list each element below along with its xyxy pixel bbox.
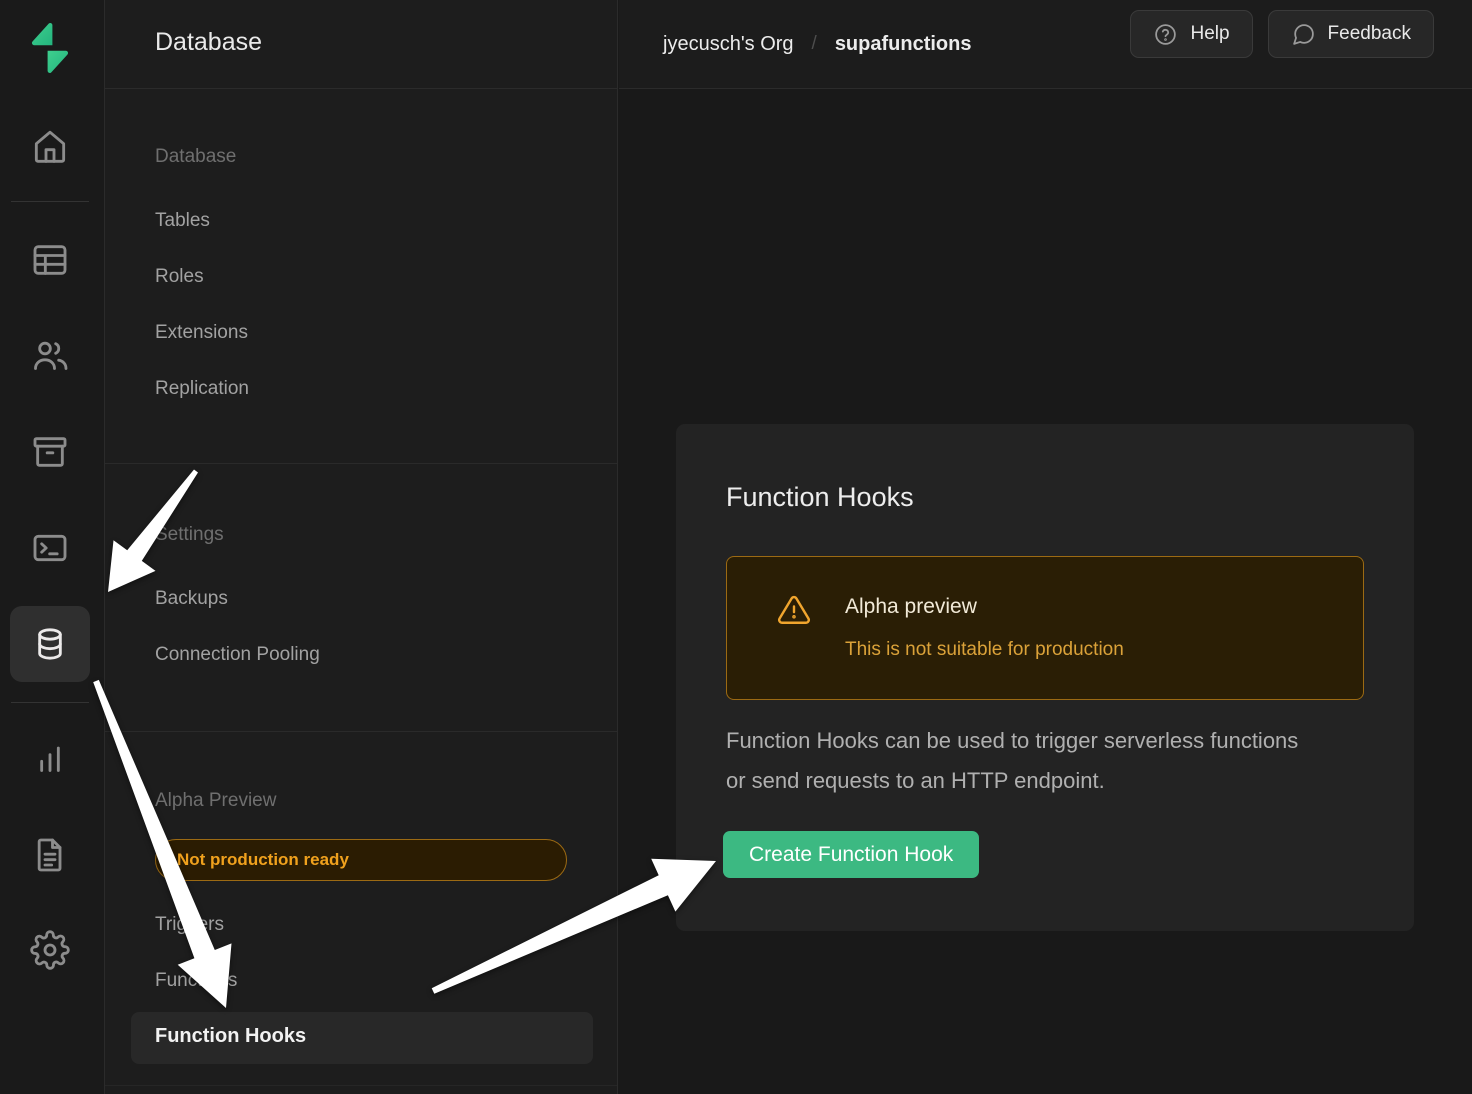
auth-users-icon[interactable] [30,336,70,376]
settings-gear-icon[interactable] [30,930,70,970]
help-button[interactable]: Help [1130,10,1252,58]
help-button-label: Help [1190,23,1229,45]
sidebar-header: Database [105,0,617,89]
alert-title: Alpha preview [845,595,977,619]
database-icon [30,624,70,664]
sidebar-item-backups[interactable]: Backups [155,588,228,610]
sidebar-bottom-divider [105,1085,617,1086]
alpha-preview-alert: Alpha preview This is not suitable for p… [726,556,1364,700]
breadcrumb: jyecusch's Org / supafunctions [663,0,971,88]
rail-divider [11,201,89,202]
top-header: jyecusch's Org / supafunctions Help Feed… [619,0,1472,89]
storage-icon[interactable] [30,432,70,472]
help-circle-icon [1153,22,1178,47]
sidebar-item-connection-pooling[interactable]: Connection Pooling [155,644,320,666]
sidebar-item-functions[interactable]: Functions [155,970,237,992]
card-description: Function Hooks can be used to trigger se… [726,721,1306,801]
database-nav-active[interactable] [10,606,90,682]
function-hooks-card: Function Hooks Alpha preview This is not… [676,424,1414,931]
sidebar-item-replication[interactable]: Replication [155,378,249,400]
logs-icon[interactable] [30,835,70,875]
feedback-button-label: Feedback [1328,23,1411,45]
section-heading-database: Database [155,146,236,168]
topbar-actions: Help Feedback [1130,10,1434,58]
icon-rail [0,0,105,1094]
breadcrumb-org[interactable]: jyecusch's Org [663,33,794,56]
sidebar-item-function-hooks[interactable]: Function Hooks [131,1012,593,1064]
card-title: Function Hooks [726,482,914,513]
menu-divider [105,463,617,464]
sidebar-title: Database [155,28,262,57]
breadcrumb-separator: / [812,33,817,55]
sql-editor-icon[interactable] [30,528,70,568]
home-icon[interactable] [30,126,70,166]
menu-divider [105,731,617,732]
create-function-hook-button[interactable]: Create Function Hook [723,831,979,878]
not-production-ready-badge: Not production ready [155,839,567,881]
sidebar-item-tables[interactable]: Tables [155,210,210,232]
feedback-button[interactable]: Feedback [1268,10,1434,58]
supabase-dashboard: Database Database Tables Roles Extension… [0,0,1472,1094]
sidebar-item-extensions[interactable]: Extensions [155,322,248,344]
rail-divider [11,702,89,703]
section-heading-settings: Settings [155,524,224,546]
supabase-logo-icon[interactable] [26,22,74,74]
sidebar-item-triggers[interactable]: Triggers [155,914,224,936]
alert-message: This is not suitable for production [845,639,1124,661]
sidebar-item-function-hooks-label: Function Hooks [155,1025,306,1048]
breadcrumb-project[interactable]: supafunctions [835,33,972,56]
section-heading-alpha-preview: Alpha Preview [155,790,276,812]
table-editor-icon[interactable] [30,240,70,280]
sidebar-item-roles[interactable]: Roles [155,266,204,288]
feedback-bubble-icon [1291,22,1316,47]
database-sidebar: Database Database Tables Roles Extension… [105,0,618,1094]
reports-icon[interactable] [30,738,70,778]
warning-triangle-icon [777,593,811,627]
